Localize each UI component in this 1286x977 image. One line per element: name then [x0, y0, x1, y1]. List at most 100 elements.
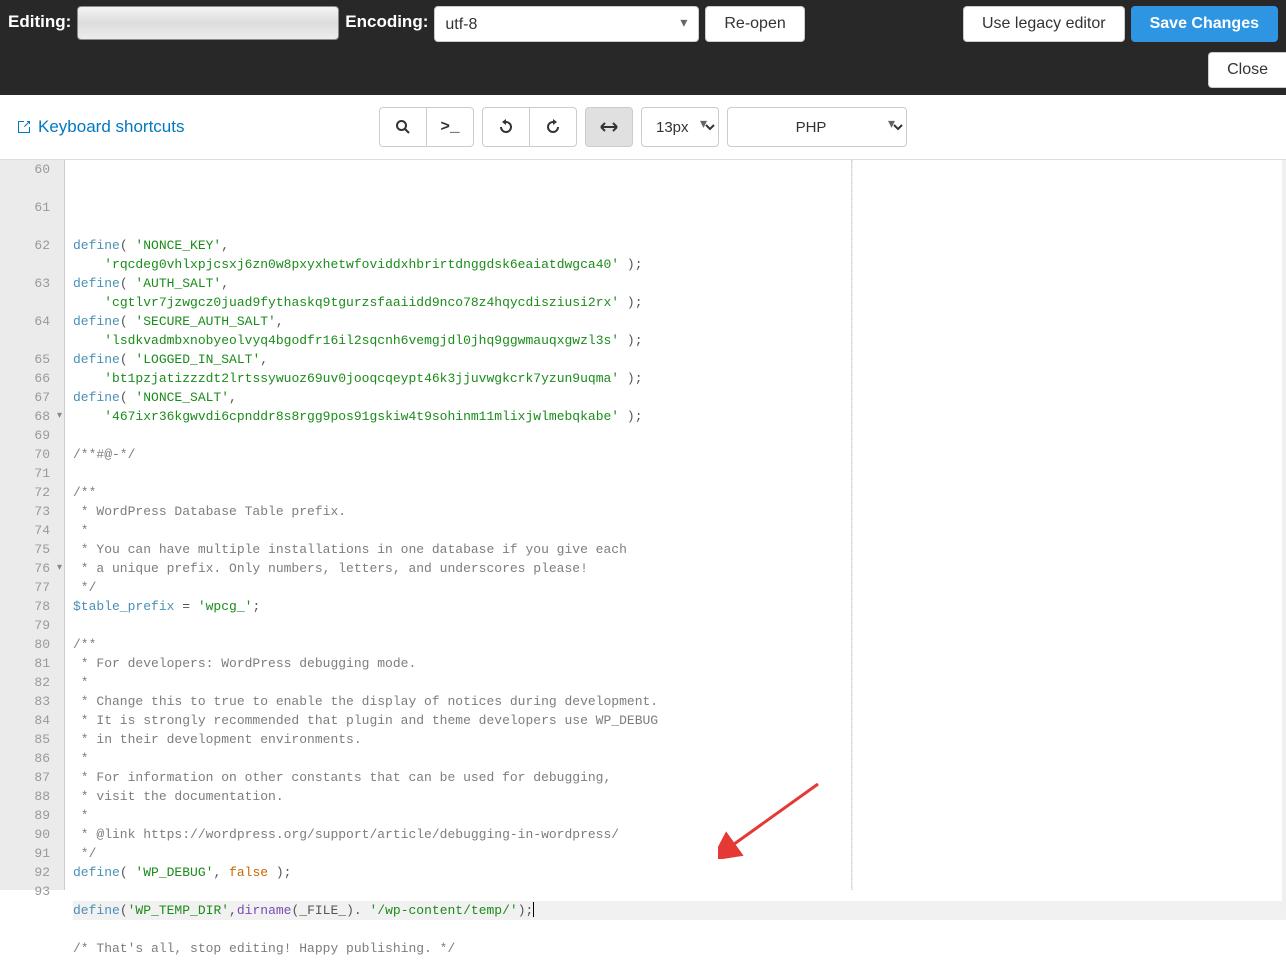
- gutter-line: 61: [0, 198, 64, 217]
- gutter-line: 89: [0, 806, 64, 825]
- code-line[interactable]: /* That's all, stop editing! Happy publi…: [73, 939, 1286, 958]
- gutter-line: 93: [0, 882, 64, 901]
- gutter-line: 88: [0, 787, 64, 806]
- code-line[interactable]: [73, 464, 1286, 483]
- code-line[interactable]: 'rqcdeg0vhlxpjcsxj6zn0w8pxyxhetwfoviddxh…: [73, 255, 1286, 274]
- code-line[interactable]: 'bt1pzjatizzzdt2lrtssywuoz69uv0jooqcqeyp…: [73, 369, 1286, 388]
- gutter-line: 74: [0, 521, 64, 540]
- gutter-line: 82: [0, 673, 64, 692]
- gutter-line: 62: [0, 236, 64, 255]
- code-line[interactable]: [73, 920, 1286, 939]
- wrap-toggle-button[interactable]: [585, 107, 633, 147]
- gutter-line: 81: [0, 654, 64, 673]
- gutter-line: 75: [0, 540, 64, 559]
- code-line[interactable]: */: [73, 578, 1286, 597]
- code-line[interactable]: * @link https://wordpress.org/support/ar…: [73, 825, 1286, 844]
- code-line[interactable]: *: [73, 521, 1286, 540]
- save-changes-button[interactable]: Save Changes: [1131, 6, 1278, 42]
- code-line[interactable]: * WordPress Database Table prefix.: [73, 502, 1286, 521]
- code-line[interactable]: [73, 616, 1286, 635]
- code-line[interactable]: define( 'WP_DEBUG', false );: [73, 863, 1286, 882]
- gutter-line: 92: [0, 863, 64, 882]
- gutter-line: 76: [0, 559, 64, 578]
- scrollbar[interactable]: [1282, 160, 1286, 913]
- encoding-select[interactable]: utf-8: [434, 6, 699, 42]
- code-line[interactable]: define( 'NONCE_SALT',: [73, 388, 1286, 407]
- gutter-line: [0, 293, 64, 312]
- gutter-line: [0, 331, 64, 350]
- reopen-button[interactable]: Re-open: [705, 6, 804, 42]
- gutter-line: 86: [0, 749, 64, 768]
- code-line[interactable]: *: [73, 806, 1286, 825]
- keyboard-shortcuts-link[interactable]: Keyboard shortcuts: [16, 117, 184, 137]
- gutter-line: 85: [0, 730, 64, 749]
- undo-button[interactable]: [482, 107, 530, 147]
- gutter-line: 72: [0, 483, 64, 502]
- code-line[interactable]: * You can have multiple installations in…: [73, 540, 1286, 559]
- code-line[interactable]: define( 'SECURE_AUTH_SALT',: [73, 312, 1286, 331]
- gutter-line: 68: [0, 407, 64, 426]
- gutter-line: 64: [0, 312, 64, 331]
- code-line[interactable]: *: [73, 749, 1286, 768]
- editing-path-input[interactable]: [77, 6, 339, 40]
- gutter-line: 67: [0, 388, 64, 407]
- code-line[interactable]: [73, 958, 1286, 977]
- terminal-icon: >_: [440, 118, 459, 136]
- language-select[interactable]: PHP: [727, 107, 907, 147]
- code-line[interactable]: *: [73, 673, 1286, 692]
- gutter-line: 69: [0, 426, 64, 445]
- code-line[interactable]: * a unique prefix. Only numbers, letters…: [73, 559, 1286, 578]
- code-line[interactable]: [73, 426, 1286, 445]
- code-editor[interactable]: 6061626364656667686970717273747576777879…: [0, 160, 1286, 890]
- code-area[interactable]: define( 'NONCE_KEY', 'rqcdeg0vhlxpjcsxj6…: [65, 160, 1286, 890]
- gutter-line: 83: [0, 692, 64, 711]
- gutter-line: 80: [0, 635, 64, 654]
- code-line[interactable]: * For information on other constants tha…: [73, 768, 1286, 787]
- code-line[interactable]: * It is strongly recommended that plugin…: [73, 711, 1286, 730]
- code-line[interactable]: define( 'NONCE_KEY',: [73, 236, 1286, 255]
- external-link-icon: [16, 119, 32, 135]
- gutter-line: 60: [0, 160, 64, 179]
- code-line[interactable]: $table_prefix = 'wpcg_';: [73, 597, 1286, 616]
- gutter-line: 77: [0, 578, 64, 597]
- code-line[interactable]: /**: [73, 635, 1286, 654]
- code-line[interactable]: define('WP_TEMP_DIR',dirname(_FILE_). '/…: [73, 901, 1286, 920]
- gutter-line: 91: [0, 844, 64, 863]
- code-line[interactable]: 'cgtlvr7jzwgcz0juad9fythaskq9tgurzsfaaii…: [73, 293, 1286, 312]
- code-line[interactable]: * in their development environments.: [73, 730, 1286, 749]
- code-line[interactable]: /**#@-*/: [73, 445, 1286, 464]
- gutter-line: 71: [0, 464, 64, 483]
- code-line[interactable]: /**: [73, 483, 1286, 502]
- redo-icon: [545, 119, 561, 135]
- code-line[interactable]: define( 'AUTH_SALT',: [73, 274, 1286, 293]
- encoding-label: Encoding:: [345, 6, 428, 32]
- gutter-line: 78: [0, 597, 64, 616]
- code-line[interactable]: [73, 882, 1286, 901]
- close-button[interactable]: Close: [1208, 52, 1286, 88]
- code-line[interactable]: */: [73, 844, 1286, 863]
- code-line[interactable]: * Change this to true to enable the disp…: [73, 692, 1286, 711]
- keyboard-shortcuts-label: Keyboard shortcuts: [38, 117, 184, 137]
- search-button[interactable]: [379, 107, 427, 147]
- redo-button[interactable]: [529, 107, 577, 147]
- topbar-row-2: Close: [0, 42, 1286, 88]
- editor-toolbar: Keyboard shortcuts >_ 13px PHP: [0, 95, 1286, 160]
- text-cursor: [533, 902, 534, 917]
- code-line[interactable]: 'lsdkvadmbxnobyeolvyq4bgodfr16il2sqcnh6v…: [73, 331, 1286, 350]
- font-size-select[interactable]: 13px: [641, 107, 719, 147]
- code-line[interactable]: * For developers: WordPress debugging mo…: [73, 654, 1286, 673]
- topbar: Editing: Encoding: utf-8 Re-open Use leg…: [0, 0, 1286, 95]
- terminal-button[interactable]: >_: [426, 107, 474, 147]
- legacy-editor-button[interactable]: Use legacy editor: [963, 6, 1125, 42]
- gutter-line: 73: [0, 502, 64, 521]
- line-gutter: 6061626364656667686970717273747576777879…: [0, 160, 65, 890]
- wrap-guide: [851, 160, 853, 890]
- code-line[interactable]: '467ixr36kgwvdi6cpnddr8s8rgg9pos91gskiw4…: [73, 407, 1286, 426]
- toolbar-center: >_ 13px PHP: [379, 107, 907, 147]
- gutter-line: [0, 179, 64, 198]
- gutter-line: 84: [0, 711, 64, 730]
- code-line[interactable]: * visit the documentation.: [73, 787, 1286, 806]
- code-line[interactable]: define( 'LOGGED_IN_SALT',: [73, 350, 1286, 369]
- gutter-line: 63: [0, 274, 64, 293]
- gutter-line: [0, 255, 64, 274]
